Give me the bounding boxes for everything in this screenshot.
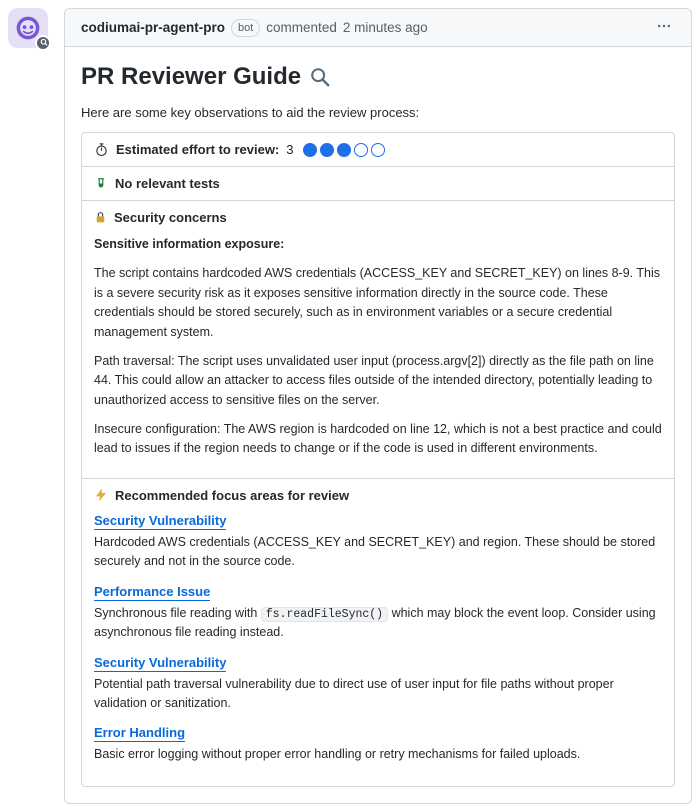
focus-link[interactable]: Performance Issue xyxy=(94,584,210,601)
comment-body: PR Reviewer Guide Here are some key obse… xyxy=(65,47,691,803)
focus-link[interactable]: Error Handling xyxy=(94,725,185,742)
security-p1: The script contains hardcoded AWS creden… xyxy=(94,264,662,342)
tests-label: No relevant tests xyxy=(115,176,220,191)
tests-section: No relevant tests xyxy=(82,167,674,201)
effort-section: Estimated effort to review: 3 xyxy=(82,133,674,167)
page-title: PR Reviewer Guide xyxy=(81,63,675,91)
comment-action: commented xyxy=(266,20,337,35)
stopwatch-icon xyxy=(94,142,109,157)
effort-dots xyxy=(303,143,385,157)
focus-desc: Basic error logging without proper error… xyxy=(94,745,662,764)
bot-badge: bot xyxy=(231,19,260,37)
focus-items: Security Vulnerability Hardcoded AWS cred… xyxy=(94,513,662,765)
comment-header: codiumai-pr-agent-pro bot commented 2 mi… xyxy=(65,9,691,47)
focus-item: Security Vulnerability Hardcoded AWS cred… xyxy=(94,513,662,572)
effort-value: 3 xyxy=(286,142,293,157)
effort-dot xyxy=(320,143,334,157)
title-text: PR Reviewer Guide xyxy=(81,63,301,91)
focus-desc: Synchronous file reading with fs.readFil… xyxy=(94,604,662,643)
security-body: Sensitive information exposure: The scri… xyxy=(94,235,662,459)
timestamp-link[interactable]: 2 minutes ago xyxy=(343,20,428,35)
avatar-badge-icon xyxy=(35,35,51,51)
author-avatar[interactable] xyxy=(8,8,48,48)
focus-section: Recommended focus areas for review Secur… xyxy=(82,479,674,786)
effort-label: Estimated effort to review: xyxy=(116,142,279,157)
focus-link[interactable]: Security Vulnerability xyxy=(94,513,226,530)
focus-link[interactable]: Security Vulnerability xyxy=(94,655,226,672)
security-subhead: Sensitive information exposure: xyxy=(94,235,662,254)
comment-container: codiumai-pr-agent-pro bot commented 2 mi… xyxy=(64,8,692,804)
magnifier-icon xyxy=(309,66,331,88)
focus-item: Performance Issue Synchronous file readin… xyxy=(94,584,662,643)
security-section: Security concerns Sensitive information … xyxy=(82,201,674,479)
security-p3: Insecure configuration: The AWS region i… xyxy=(94,420,662,459)
security-label: Security concerns xyxy=(114,210,227,225)
effort-dot xyxy=(303,143,317,157)
lock-icon xyxy=(94,211,107,224)
effort-dot xyxy=(371,143,385,157)
bolt-icon xyxy=(94,488,108,502)
effort-dot xyxy=(354,143,368,157)
focus-desc: Hardcoded AWS credentials (ACCESS_KEY an… xyxy=(94,533,662,572)
inline-code: fs.readFileSync() xyxy=(261,607,388,622)
intro-text: Here are some key observations to aid th… xyxy=(81,105,675,120)
focus-item: Error Handling Basic error logging withou… xyxy=(94,725,662,764)
focus-item: Security Vulnerability Potential path tra… xyxy=(94,655,662,714)
test-tube-icon xyxy=(94,177,108,191)
review-panel: Estimated effort to review: 3 No relevan… xyxy=(81,132,675,787)
security-p2: Path traversal: The script uses unvalida… xyxy=(94,352,662,410)
effort-dot xyxy=(337,143,351,157)
kebab-menu-icon[interactable] xyxy=(653,15,675,40)
author-link[interactable]: codiumai-pr-agent-pro xyxy=(81,20,225,35)
focus-desc: Potential path traversal vulnerability d… xyxy=(94,675,662,714)
focus-label: Recommended focus areas for review xyxy=(115,488,349,503)
